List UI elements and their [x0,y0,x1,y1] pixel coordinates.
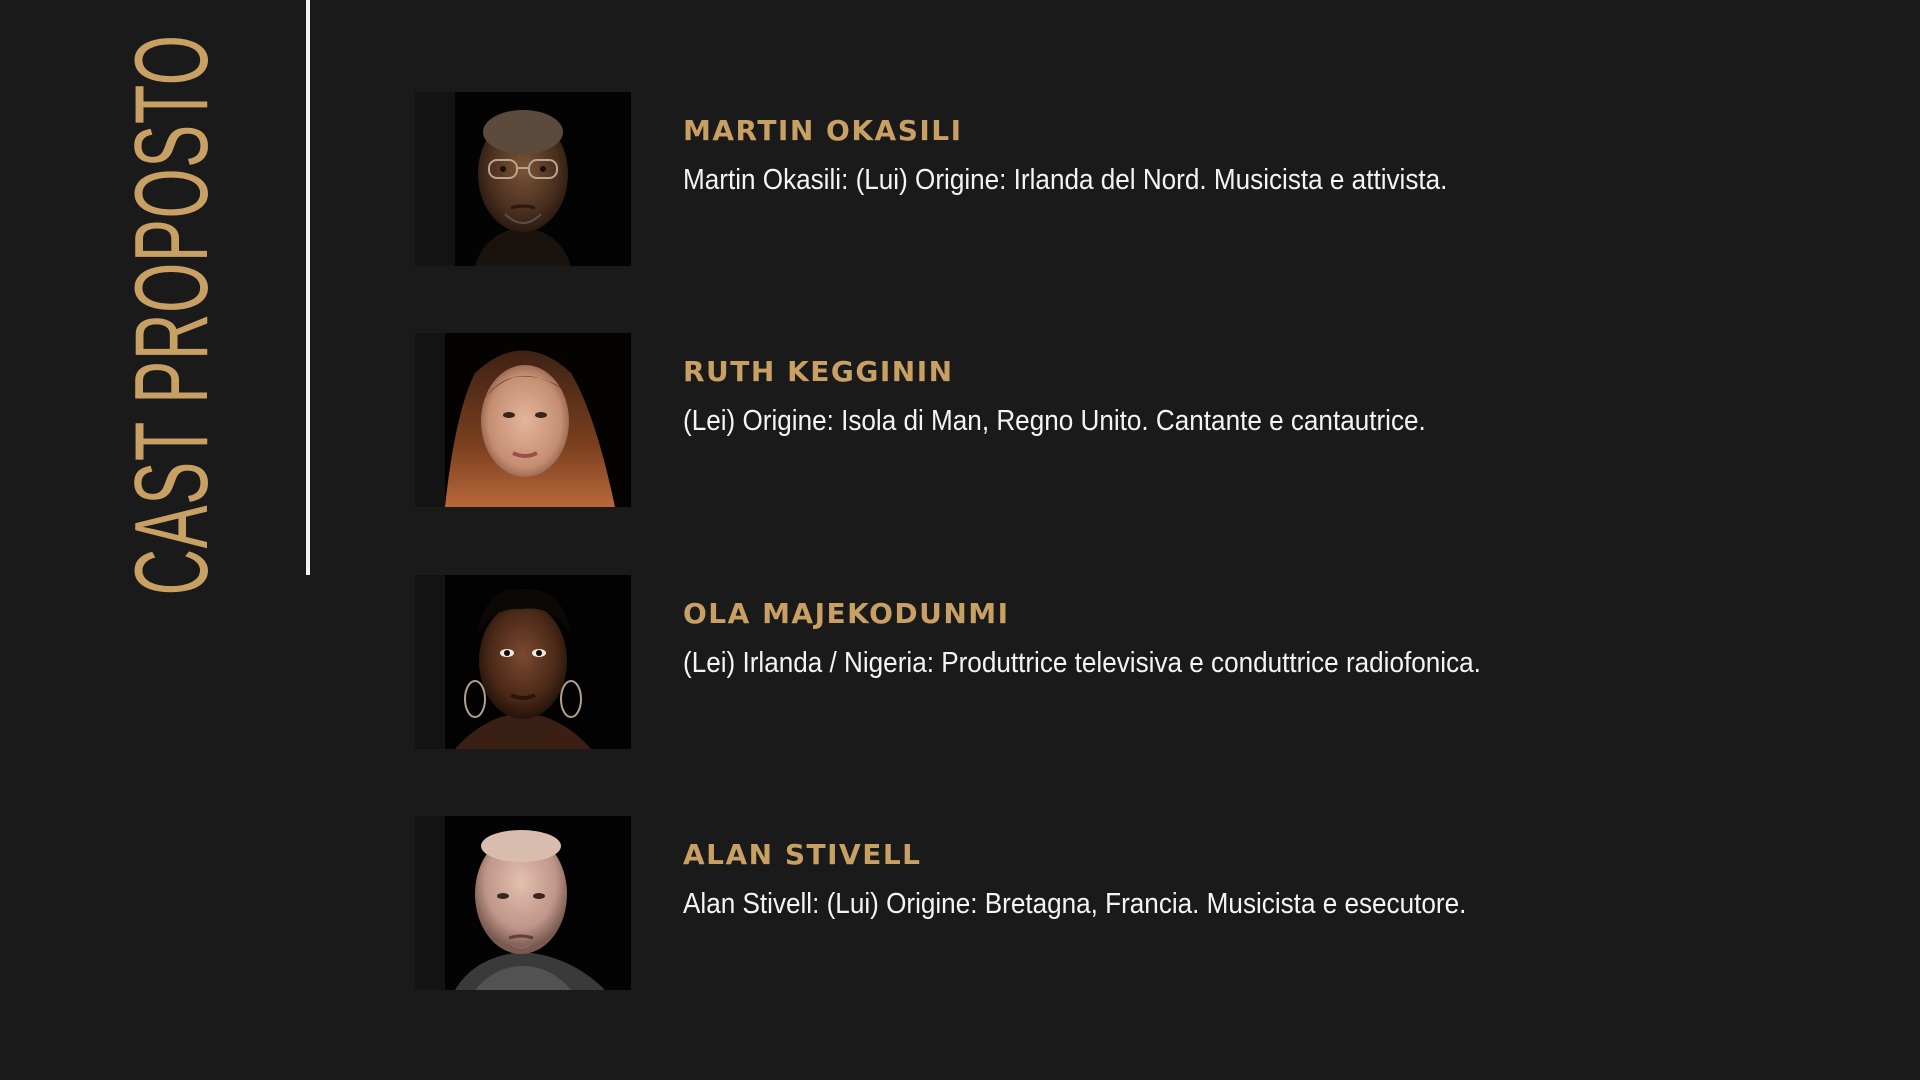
title-container: CAST PROPOSTO [92,34,252,595]
slide-title: CAST PROPOSTO [114,0,230,767]
cast-description: Martin Okasili: (Lui) Origine: Irlanda d… [683,164,1448,196]
cast-name: ALAN STIVELL [683,838,922,871]
portrait-alan-stivell [415,816,631,990]
cast-description: Alan Stivell: (Lui) Origine: Bretagna, F… [683,888,1467,920]
cast-description: (Lei) Origine: Isola di Man, Regno Unito… [683,405,1426,437]
cast-member-martin-okasili: MARTIN OKASILI Martin Okasili: (Lui) Ori… [415,92,1815,266]
cast-name: MARTIN OKASILI [683,114,963,147]
cast-member-alan-stivell: ALAN STIVELL Alan Stivell: (Lui) Origine… [415,816,1815,990]
cast-name: OLA MAJEKODUNMI [683,597,1010,630]
vertical-divider [306,0,310,575]
portrait-martin-okasili [415,92,631,266]
portrait-ola-majekodunmi [415,575,631,749]
portrait-ruth-kegginin [415,333,631,507]
slide: CAST PROPOSTO MARTIN OKASILI Martin Okas… [0,0,1920,1080]
cast-member-ola-majekodunmi: OLA MAJEKODUNMI (Lei) Irlanda / Nigeria:… [415,575,1815,749]
cast-description: (Lei) Irlanda / Nigeria: Produttrice tel… [683,647,1481,679]
slide-title-text: CAST PROPOSTO [114,34,230,596]
cast-member-ruth-kegginin: RUTH KEGGININ (Lei) Origine: Isola di Ma… [415,333,1815,507]
cast-name: RUTH KEGGININ [683,355,954,388]
